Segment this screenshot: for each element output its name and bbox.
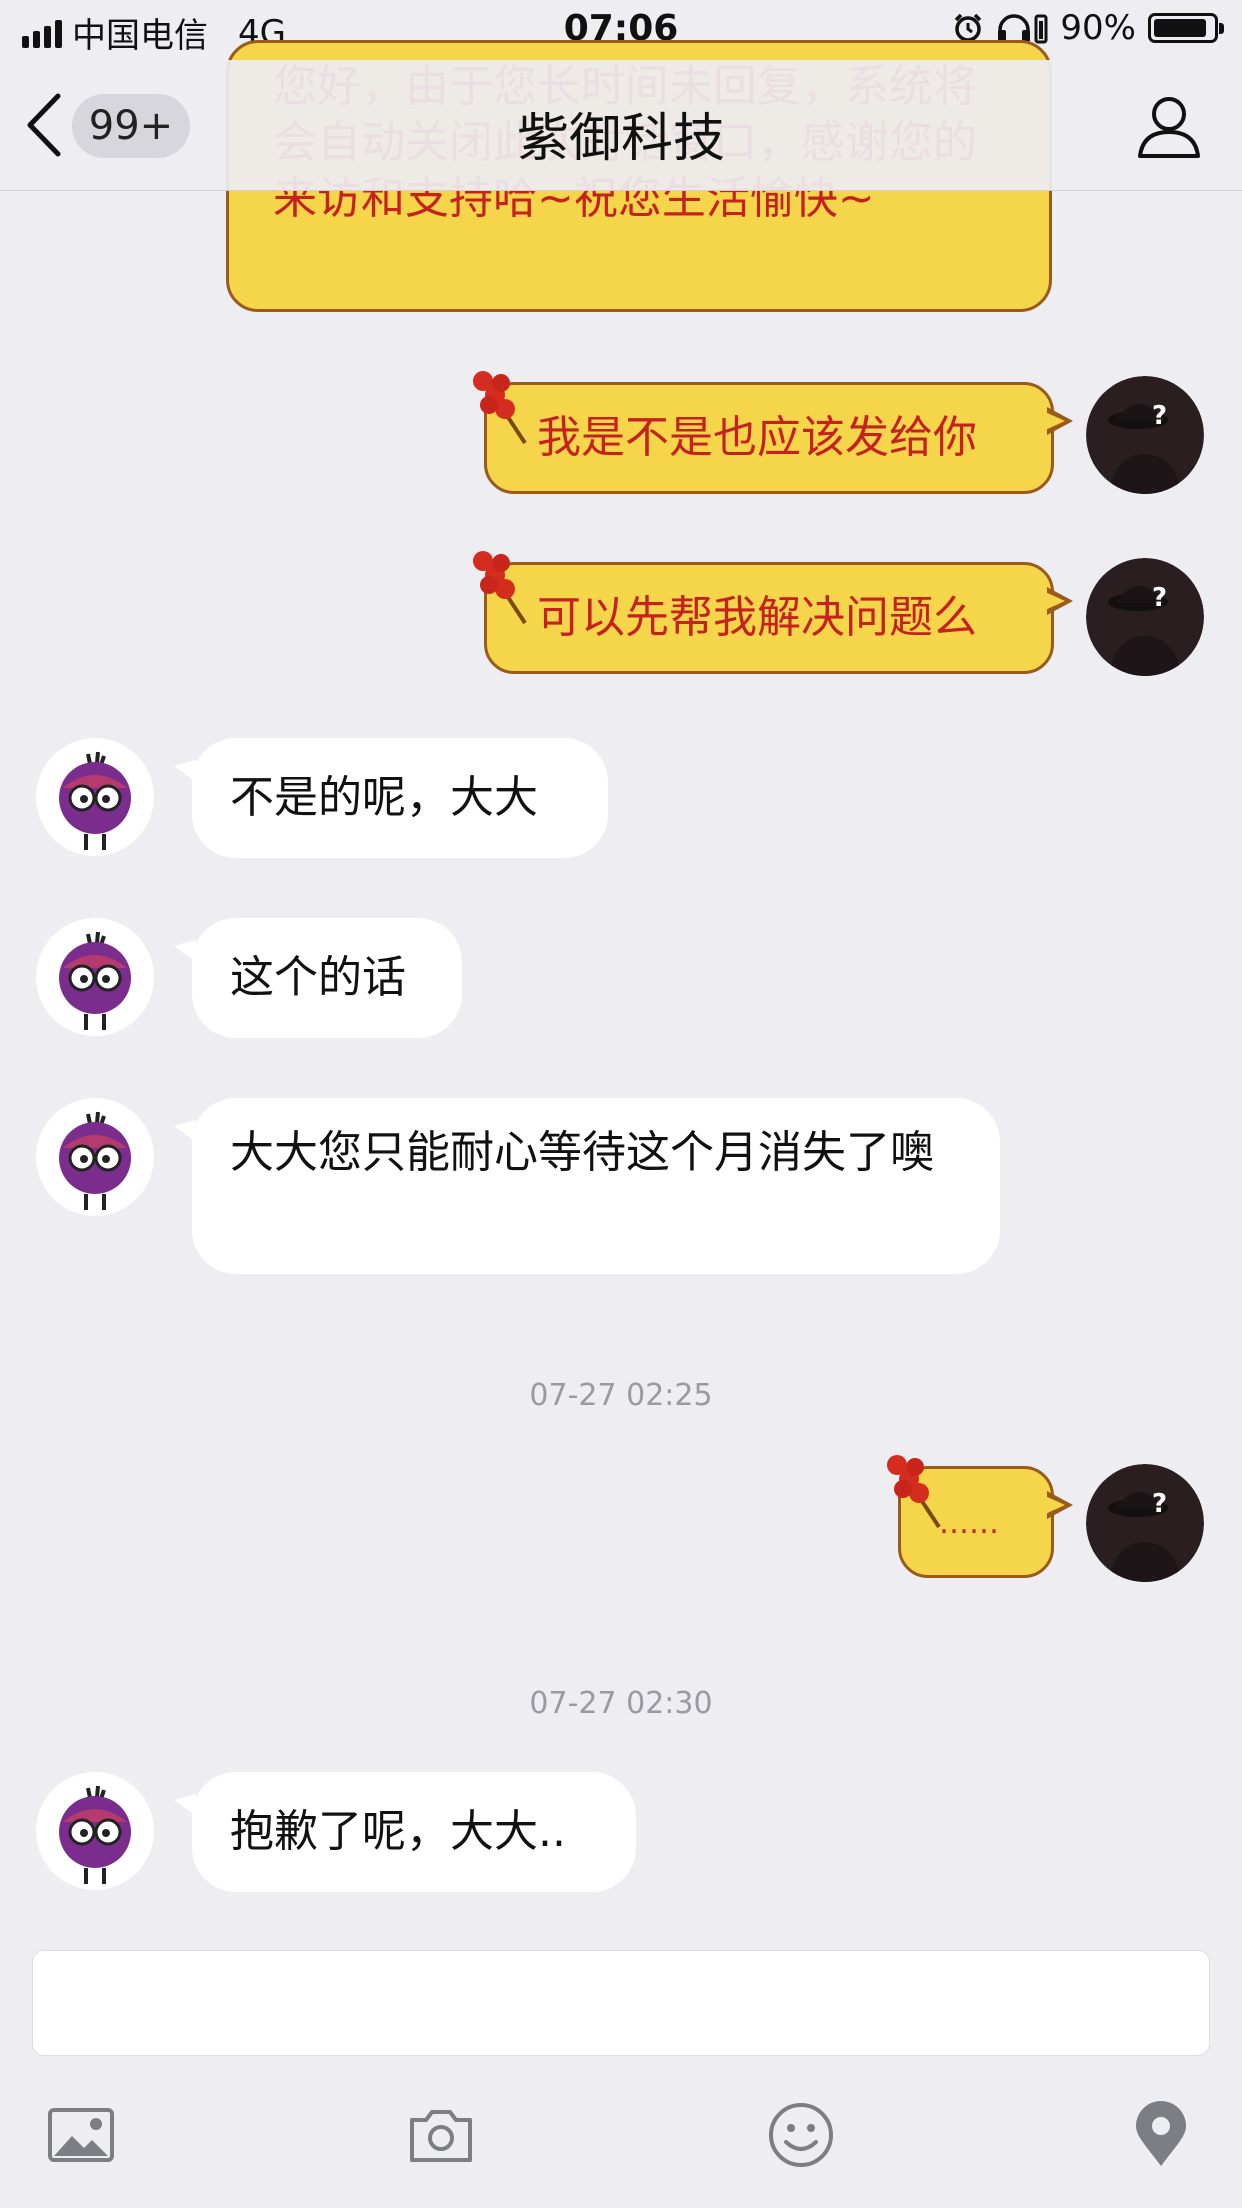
message-input[interactable] bbox=[32, 1950, 1210, 2056]
service-bot-avatar[interactable] bbox=[36, 738, 154, 856]
sent-message-bubble[interactable]: …… bbox=[887, 1455, 1073, 1578]
candied-haws-icon bbox=[473, 371, 527, 445]
bubble-tail bbox=[1043, 407, 1073, 435]
emoji-icon[interactable] bbox=[766, 2100, 836, 2170]
message-timestamp: 07-27 02:25 bbox=[529, 1378, 713, 1413]
svg-text:?: ? bbox=[1152, 583, 1167, 613]
service-bot-avatar[interactable] bbox=[36, 918, 154, 1036]
purple-mascot-icon bbox=[59, 1785, 131, 1884]
sent-message-bubble[interactable]: 我是不是也应该发给你 bbox=[473, 371, 1073, 494]
received-message-bubble[interactable]: 这个的话 bbox=[174, 918, 462, 1038]
sent-message-text: …… bbox=[939, 1506, 999, 1541]
bubble-tail bbox=[1043, 587, 1073, 615]
sent-message-bubble[interactable]: 可以先帮我解决问题么 bbox=[473, 551, 1073, 674]
svg-text:?: ? bbox=[1152, 401, 1167, 431]
camera-icon[interactable] bbox=[406, 2100, 476, 2170]
location-icon[interactable] bbox=[1126, 2100, 1196, 2170]
mystery-user-avatar-icon: ? bbox=[1086, 376, 1204, 494]
bubble-tail bbox=[174, 760, 196, 782]
svg-text:?: ? bbox=[1152, 1489, 1167, 1519]
purple-mascot-icon bbox=[59, 1111, 131, 1210]
sent-message-text: 我是不是也应该发给你 bbox=[537, 412, 977, 463]
chat-header: 99+ 紫御科技 bbox=[0, 60, 1242, 191]
received-message-bubble[interactable]: 抱歉了呢，大大.. bbox=[174, 1772, 636, 1892]
bubble-tail bbox=[174, 940, 196, 962]
service-bot-avatar[interactable] bbox=[36, 1772, 154, 1890]
battery-percent: 90% bbox=[1060, 8, 1136, 48]
purple-mascot-icon bbox=[59, 751, 131, 850]
received-message-text: 大大您只能耐心等待这个月消失了噢 bbox=[230, 1127, 934, 1178]
service-bot-avatar[interactable] bbox=[36, 1098, 154, 1216]
purple-mascot-icon bbox=[59, 931, 131, 1030]
bubble-tail bbox=[174, 1120, 196, 1142]
bubble-tail bbox=[174, 1794, 196, 1816]
candied-haws-icon bbox=[473, 551, 527, 625]
sent-message-text: 可以先帮我解决问题么 bbox=[537, 592, 977, 643]
battery-icon bbox=[1148, 13, 1224, 43]
chat-title: 紫御科技 bbox=[516, 109, 725, 169]
received-message-text: 不是的呢，大大 bbox=[230, 772, 538, 823]
person-icon[interactable] bbox=[1134, 90, 1204, 160]
received-message-text: 抱歉了呢，大大.. bbox=[230, 1806, 566, 1857]
message-timestamp: 07-27 02:30 bbox=[529, 1686, 713, 1721]
mystery-user-avatar-icon: ? bbox=[1086, 558, 1204, 676]
received-message-text: 这个的话 bbox=[230, 952, 406, 1003]
my-avatar[interactable]: ? bbox=[1086, 376, 1204, 494]
bubble-tail bbox=[1043, 1491, 1073, 1519]
mystery-user-avatar-icon: ? bbox=[1086, 1464, 1204, 1582]
my-avatar[interactable]: ? bbox=[1086, 1464, 1204, 1582]
my-avatar[interactable]: ? bbox=[1086, 558, 1204, 676]
received-message-bubble[interactable]: 大大您只能耐心等待这个月消失了噢 bbox=[174, 1098, 1000, 1274]
received-message-bubble[interactable]: 不是的呢，大大 bbox=[174, 738, 608, 858]
image-icon[interactable] bbox=[46, 2100, 116, 2170]
